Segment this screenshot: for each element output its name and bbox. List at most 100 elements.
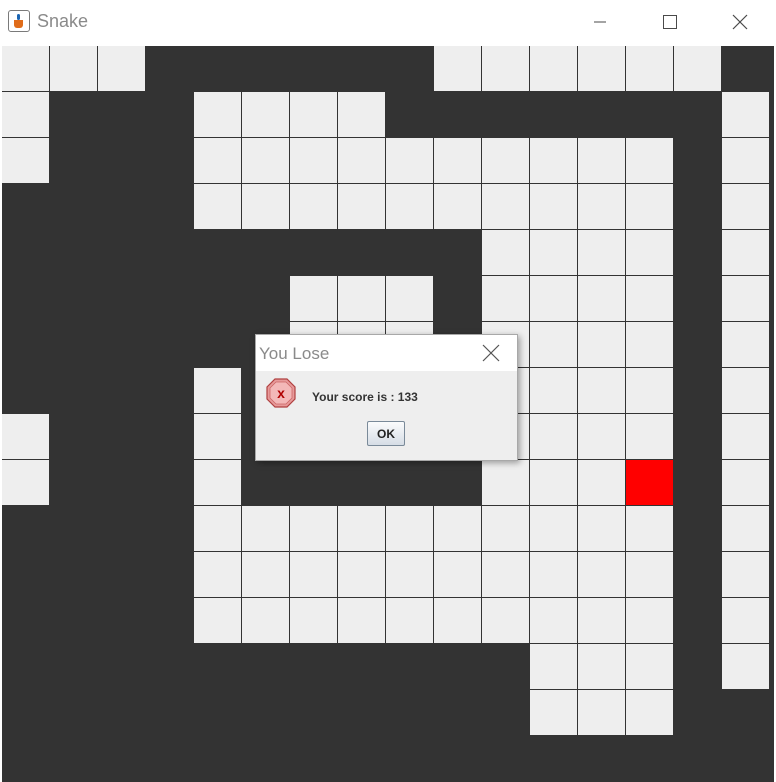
close-icon (732, 14, 748, 30)
grid-cell-empty (530, 138, 578, 184)
grid-cell-empty (722, 276, 770, 322)
grid-cell-empty (722, 322, 770, 368)
maximize-icon (663, 15, 677, 29)
grid-cell-empty (2, 46, 50, 92)
grid-cell-empty (578, 598, 626, 644)
grid-cell-empty (578, 230, 626, 276)
grid-cell-empty (722, 506, 770, 552)
grid-cell-empty (386, 552, 434, 598)
grid-cell-empty (482, 552, 530, 598)
grid-cell-empty (626, 414, 674, 460)
grid-cell-empty (722, 414, 770, 460)
you-lose-dialog: You Lose x Your score is : 133 OK (255, 334, 518, 461)
grid-cell-empty (482, 184, 530, 230)
grid-cell-empty (338, 276, 386, 322)
grid-cell-empty (578, 368, 626, 414)
grid-cell-empty (194, 598, 242, 644)
grid-cell-empty (722, 368, 770, 414)
grid-cell-empty (434, 506, 482, 552)
grid-cell-empty (194, 92, 242, 138)
grid-cell-empty (674, 46, 722, 92)
grid-cell-empty (338, 184, 386, 230)
grid-cell-empty (626, 276, 674, 322)
grid-cell-empty (530, 46, 578, 92)
error-icon: x (266, 378, 296, 408)
grid-cell-empty (626, 322, 674, 368)
grid-cell-empty (338, 552, 386, 598)
grid-cell-empty (626, 506, 674, 552)
grid-cell-empty (530, 230, 578, 276)
minimize-button[interactable] (566, 0, 634, 44)
grid-cell-empty (626, 138, 674, 184)
grid-cell-empty (290, 598, 338, 644)
grid-cell-empty (482, 138, 530, 184)
grid-cell-empty (530, 506, 578, 552)
grid-cell-empty (482, 460, 530, 506)
grid-cell-empty (578, 690, 626, 736)
grid-cell-empty (578, 552, 626, 598)
grid-cell-empty (530, 322, 578, 368)
grid-cell-empty (626, 690, 674, 736)
grid-cell-empty (290, 506, 338, 552)
grid-cell-empty (194, 414, 242, 460)
grid-cell-empty (290, 138, 338, 184)
grid-cell-empty (482, 230, 530, 276)
grid-cell-empty (722, 92, 770, 138)
dialog-close-icon[interactable] (481, 343, 501, 363)
grid-cell-empty (242, 506, 290, 552)
grid-cell-empty (98, 46, 146, 92)
grid-cell-empty (290, 552, 338, 598)
grid-cell-empty (626, 230, 674, 276)
grid-cell-empty (722, 460, 770, 506)
grid-cell-empty (242, 598, 290, 644)
grid-cell-empty (530, 184, 578, 230)
svg-text:x: x (277, 385, 285, 401)
grid-cell-empty (194, 460, 242, 506)
grid-cell-empty (722, 184, 770, 230)
grid-cell-empty (482, 506, 530, 552)
grid-cell-empty (530, 276, 578, 322)
dialog-title: You Lose (259, 344, 330, 363)
grid-cell-empty (2, 92, 50, 138)
grid-cell-empty (242, 552, 290, 598)
grid-cell-empty (626, 184, 674, 230)
grid-cell-empty (50, 46, 98, 92)
close-button[interactable] (706, 0, 774, 44)
minimize-icon (594, 21, 606, 23)
window-title: Snake (37, 11, 89, 31)
grid-cell-empty (530, 460, 578, 506)
grid-cell-empty (530, 368, 578, 414)
grid-cell-empty (386, 506, 434, 552)
grid-cell-empty (482, 276, 530, 322)
grid-cell-empty (578, 276, 626, 322)
grid-cell-empty (578, 46, 626, 92)
grid-cell-empty (242, 184, 290, 230)
ok-button[interactable]: OK (367, 421, 405, 446)
grid-cell-empty (722, 138, 770, 184)
grid-cell-empty (722, 644, 770, 690)
grid-cell-empty (626, 368, 674, 414)
grid-cell-empty (194, 184, 242, 230)
grid-cell-empty (2, 414, 50, 460)
grid-cell-empty (290, 184, 338, 230)
grid-cell-empty (530, 552, 578, 598)
grid-cell-empty (434, 138, 482, 184)
grid-cell-empty (386, 598, 434, 644)
grid-cell-empty (338, 598, 386, 644)
grid-cell-empty (2, 460, 50, 506)
grid-cell-empty (434, 598, 482, 644)
dialog-message: Your score is : 133 (312, 390, 418, 404)
grid-cell-empty (530, 644, 578, 690)
grid-cell-empty (434, 46, 482, 92)
maximize-button[interactable] (636, 0, 704, 44)
grid-cell-empty (626, 598, 674, 644)
grid-cell-empty (530, 690, 578, 736)
grid-cell-empty (578, 184, 626, 230)
grid-cell-empty (626, 644, 674, 690)
grid-cell-empty (578, 138, 626, 184)
grid-cell-empty (338, 138, 386, 184)
dialog-titlebar: You Lose (256, 335, 517, 371)
grid-cell-empty (722, 552, 770, 598)
grid-cell-empty (242, 92, 290, 138)
grid-cell-empty (530, 598, 578, 644)
